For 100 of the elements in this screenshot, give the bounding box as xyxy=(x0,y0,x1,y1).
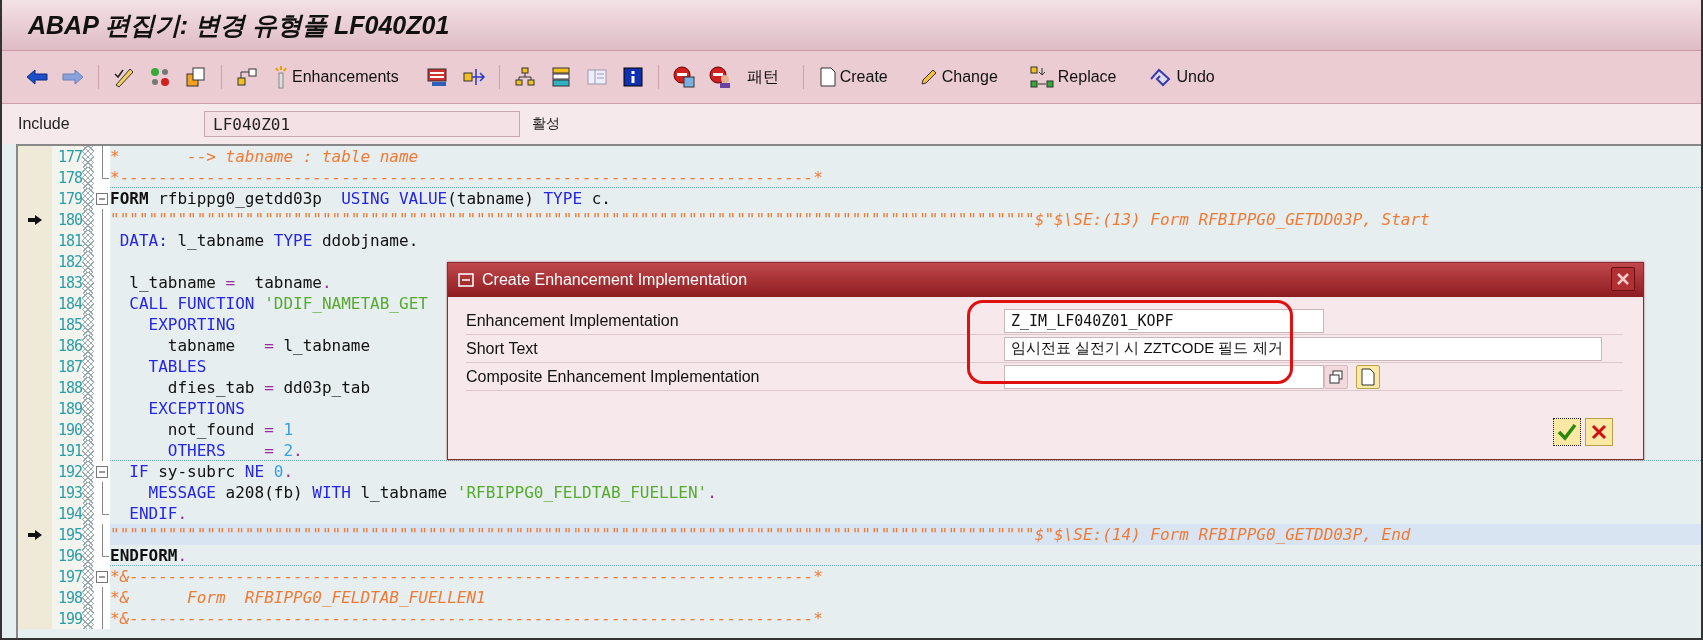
toolbar-button[interactable]: Enhancements xyxy=(270,63,403,91)
line-number: 181 xyxy=(57,231,82,250)
line-number: 183 xyxy=(57,273,82,292)
windows-icon xyxy=(1329,369,1343,384)
code-line: dfies_tab = dd03p_tab xyxy=(166,377,371,398)
gutter-cell xyxy=(18,608,52,629)
code-line: *&-----------------------------------------------------------------------* xyxy=(110,608,823,629)
line-number: 193 xyxy=(57,483,82,502)
checkmark-icon xyxy=(1557,423,1577,441)
cancel-button[interactable] xyxy=(1585,418,1613,446)
code-line: DATA: l_tabname TYPE ddobjname. xyxy=(118,230,419,251)
close-button[interactable] xyxy=(1611,267,1635,291)
text-field[interactable]: Z_IM_LF040Z01_KOPF xyxy=(1004,308,1324,333)
code-line: CALL FUNCTION 'DDIF_NAMETAB_GET xyxy=(128,293,428,314)
field-label: Composite Enhancement Implementation xyxy=(466,367,761,386)
list-icon xyxy=(585,66,608,88)
code-line: ENDIF. xyxy=(128,503,188,524)
copy-button[interactable] xyxy=(1324,364,1348,389)
line-number: 177 xyxy=(57,147,82,166)
gutter-hatching xyxy=(82,356,94,377)
code-line: EXPORTING xyxy=(147,314,236,335)
gutter-hatching xyxy=(82,251,94,272)
gutter-hatching xyxy=(82,419,94,440)
copy-icon xyxy=(185,66,207,88)
line-number: 191 xyxy=(57,441,82,460)
code-line: l_tabname = tabname. xyxy=(128,272,332,293)
line-number: 198 xyxy=(57,588,82,607)
line-number: 199 xyxy=(57,609,82,628)
light-bulb-icon xyxy=(274,65,288,89)
gutter-hatching xyxy=(82,314,94,335)
display-icon xyxy=(425,66,450,88)
line-number: 190 xyxy=(57,420,82,439)
line-number: 197 xyxy=(57,567,82,586)
gutter-hatching xyxy=(82,377,94,398)
code-line: *------------------------------------------------------------------------* xyxy=(110,166,823,188)
window-title: ABAP 편집기: 변경 유형풀 LF040Z01 xyxy=(28,9,450,41)
line-number: 184 xyxy=(57,294,82,313)
text-field[interactable]: 임시전표 실전기 시 ZZTCODE 필드 제거 xyxy=(1004,336,1602,361)
toolbar-button[interactable] xyxy=(706,64,733,90)
toolbar-button[interactable]: Change xyxy=(915,63,1002,91)
fold-line xyxy=(101,524,103,545)
field-label: Include xyxy=(18,115,71,133)
line-number: 194 xyxy=(57,504,82,523)
line-number: 187 xyxy=(57,357,82,376)
info-icon xyxy=(621,66,644,88)
gutter-hatching xyxy=(82,524,94,545)
gutter-hatching xyxy=(82,335,94,356)
line-number: 178 xyxy=(57,168,82,187)
fold-line xyxy=(101,482,103,503)
gutter-hatching xyxy=(82,188,94,209)
code-line: tabname = l_tabname xyxy=(166,335,371,356)
code-line: """"""""""""""""""""""""""""""""""""""""""""""""""""""""""""""""""""""""""""""""""""""""""""""""$"$\SE:(14) Form RFBIPPG0_GETDD03P, End xyxy=(110,524,1411,545)
fold-toggle-icon[interactable] xyxy=(96,192,108,205)
fold-toggle-icon[interactable] xyxy=(96,570,108,583)
code-line: not_found = 1 xyxy=(166,419,294,440)
code-line: IF sy-subrc NE 0. xyxy=(128,461,294,482)
code-line: EXCEPTIONS xyxy=(147,398,245,419)
confirm-button[interactable] xyxy=(1553,418,1581,446)
line-number: 186 xyxy=(57,336,82,355)
document-icon xyxy=(1361,367,1375,386)
code-line: ENDFORM. xyxy=(110,544,188,566)
text-field[interactable] xyxy=(1004,364,1324,389)
gutter-hatching xyxy=(82,461,94,482)
gutter-hatching xyxy=(82,272,94,293)
line-number: 195 xyxy=(57,525,82,544)
gutter-hatching xyxy=(82,482,94,503)
stop-sign-icon xyxy=(671,65,696,89)
cancel-icon xyxy=(1591,424,1607,440)
line-number: 182 xyxy=(57,252,82,271)
stack-icon xyxy=(549,66,572,88)
status-text: 활성 xyxy=(532,115,560,133)
line-number: 189 xyxy=(57,399,82,418)
code-line: *& Form RFBIPPG0_FELDTAB_FUELLEN1 xyxy=(110,587,486,608)
gutter-hatching xyxy=(82,398,94,419)
create-button[interactable] xyxy=(1356,364,1380,389)
stop-sign-icon xyxy=(707,65,732,89)
gutter-cell xyxy=(18,146,52,167)
gutter-hatching xyxy=(82,293,94,314)
gutter-hatching xyxy=(82,440,94,461)
gutter-hatching xyxy=(82,587,94,608)
gutter-hatching xyxy=(82,566,94,587)
code-line: """"""""""""""""""""""""""""""""""""""""""""""""""""""""""""""""""""""""""""""""""""""""""""""""$"$\SE:(13) Form RFBIPPG0_GETDD03P, Start xyxy=(110,209,1430,230)
gutter-hatching xyxy=(82,608,94,629)
gutter-hatching xyxy=(82,167,94,188)
toolbar-button[interactable]: Undo xyxy=(1144,63,1219,91)
toolbar-button[interactable]: Create xyxy=(815,63,892,91)
dialog-title: Create Enhancement Implementation xyxy=(482,271,748,289)
gutter-hatching xyxy=(82,230,94,251)
include-field[interactable]: LF040Z01 xyxy=(204,111,520,137)
gutter-hatching xyxy=(82,545,94,566)
code-line: * --> tabname : table name xyxy=(110,146,419,167)
code-line: OTHERS = 2. xyxy=(166,439,303,461)
fold-toggle-icon[interactable] xyxy=(96,465,108,478)
line-number: 192 xyxy=(57,462,82,481)
code-line: *&-----------------------------------------------------------------------* xyxy=(110,566,823,587)
objects-icon xyxy=(149,66,171,88)
toolbar-button[interactable]: Replace xyxy=(1025,63,1121,91)
toolbar-button[interactable] xyxy=(670,64,697,90)
toolbar-button[interactable]: 패턴 xyxy=(742,63,783,91)
gutter-hatching xyxy=(82,209,94,230)
